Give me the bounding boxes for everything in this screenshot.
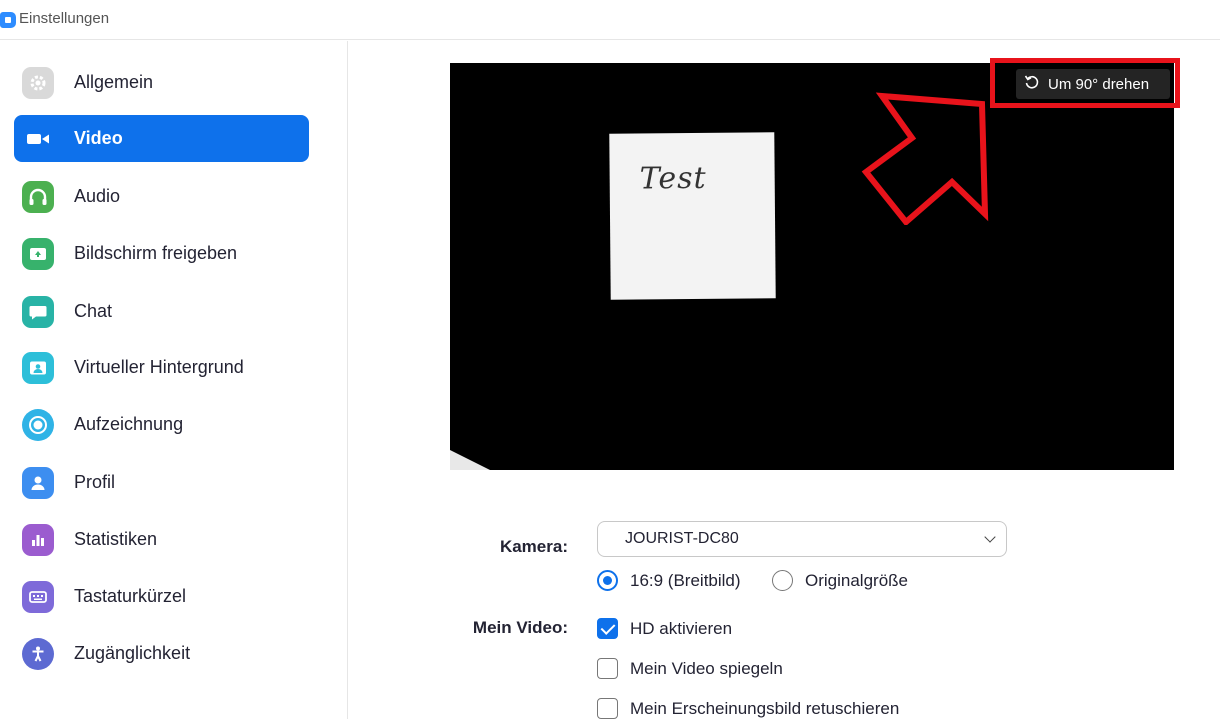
hd-checkbox[interactable] [597, 618, 618, 639]
radio-original-size[interactable] [772, 570, 793, 591]
sidebar-item-label: Aufzeichnung [74, 414, 184, 434]
keyboard-icon [22, 580, 54, 613]
sidebar-item-label: Zugänglichkeit [74, 643, 191, 663]
note-handwriting: Test [639, 160, 707, 197]
hd-checkbox-label: HD aktivieren [630, 619, 733, 638]
sidebar-item-label: Video [74, 128, 123, 148]
sidebar-item-audio[interactable]: Audio [14, 173, 309, 220]
title-bar: Einstellungen [0, 0, 1220, 40]
video-preview: Test [450, 63, 1174, 470]
statistics-icon [22, 523, 54, 556]
sidebar-item-label: Tastaturkürzel [74, 586, 187, 606]
highlight-annotation-box [990, 58, 1180, 108]
sidebar-item-tastaturkuerzel[interactable]: Tastaturkürzel [14, 573, 309, 620]
mirror-video-checkbox-label: Mein Video spiegeln [630, 659, 783, 678]
radio-16-9-label: 16:9 (Breitbild) [630, 571, 741, 590]
sidebar-item-profil[interactable]: Profil [14, 459, 309, 506]
sidebar-item-video[interactable]: Video [14, 115, 309, 162]
share-screen-icon [22, 237, 54, 270]
preview-corner-shadow [450, 450, 490, 470]
radio-original-size-label: Originalgröße [805, 571, 908, 590]
sidebar-item-label: Virtueller Hintergrund [74, 357, 244, 377]
sidebar-item-label: Statistiken [74, 529, 158, 549]
sidebar-item-statistiken[interactable]: Statistiken [14, 516, 309, 563]
virtual-background-icon [22, 351, 54, 384]
touch-up-checkbox[interactable] [597, 698, 618, 719]
chevron-down-icon [984, 531, 996, 543]
headphones-icon [22, 180, 54, 213]
sidebar-item-aufzeichnung[interactable]: Aufzeichnung [14, 401, 309, 448]
gear-icon [22, 66, 54, 99]
sidebar-item-label: Allgemein [74, 72, 154, 92]
sidebar-item-virtueller-hintergrund[interactable]: Virtueller Hintergrund [14, 344, 309, 391]
sidebar-item-chat[interactable]: Chat [14, 288, 309, 335]
touch-up-checkbox-label: Mein Erscheinungsbild retuschieren [630, 699, 900, 718]
sidebar-item-label: Audio [74, 186, 121, 206]
camera-label: Kamera: [499, 537, 568, 556]
camera-select[interactable]: JOURIST-DC80 [597, 521, 1007, 557]
sidebar-item-label: Chat [74, 301, 113, 321]
profile-icon [22, 466, 54, 499]
sidebar-item-allgemein[interactable]: Allgemein [14, 59, 309, 106]
window-title: Einstellungen [19, 10, 110, 27]
camera-select-value: JOURIST-DC80 [625, 530, 739, 547]
zoom-logo-icon [0, 12, 16, 28]
mirror-video-checkbox[interactable] [597, 658, 618, 679]
sidebar-item-bildschirm-freigeben[interactable]: Bildschirm freigeben [14, 230, 309, 277]
sidebar-item-zugaenglichkeit[interactable]: Zugänglichkeit [14, 630, 309, 677]
record-icon [22, 408, 54, 441]
video-camera-icon [22, 123, 54, 155]
arrow-annotation-icon [861, 92, 989, 225]
radio-16-9[interactable] [597, 570, 618, 591]
accessibility-icon [22, 637, 54, 670]
my-video-label: Mein Video: [472, 618, 568, 637]
sidebar-item-label: Profil [74, 472, 116, 492]
sidebar-item-label: Bildschirm freigeben [74, 243, 238, 263]
chat-bubble-icon [22, 295, 54, 328]
sticky-note: Test [609, 132, 776, 300]
settings-sidebar: Allgemein Video Audio Bildschirm freigeb… [0, 41, 348, 719]
